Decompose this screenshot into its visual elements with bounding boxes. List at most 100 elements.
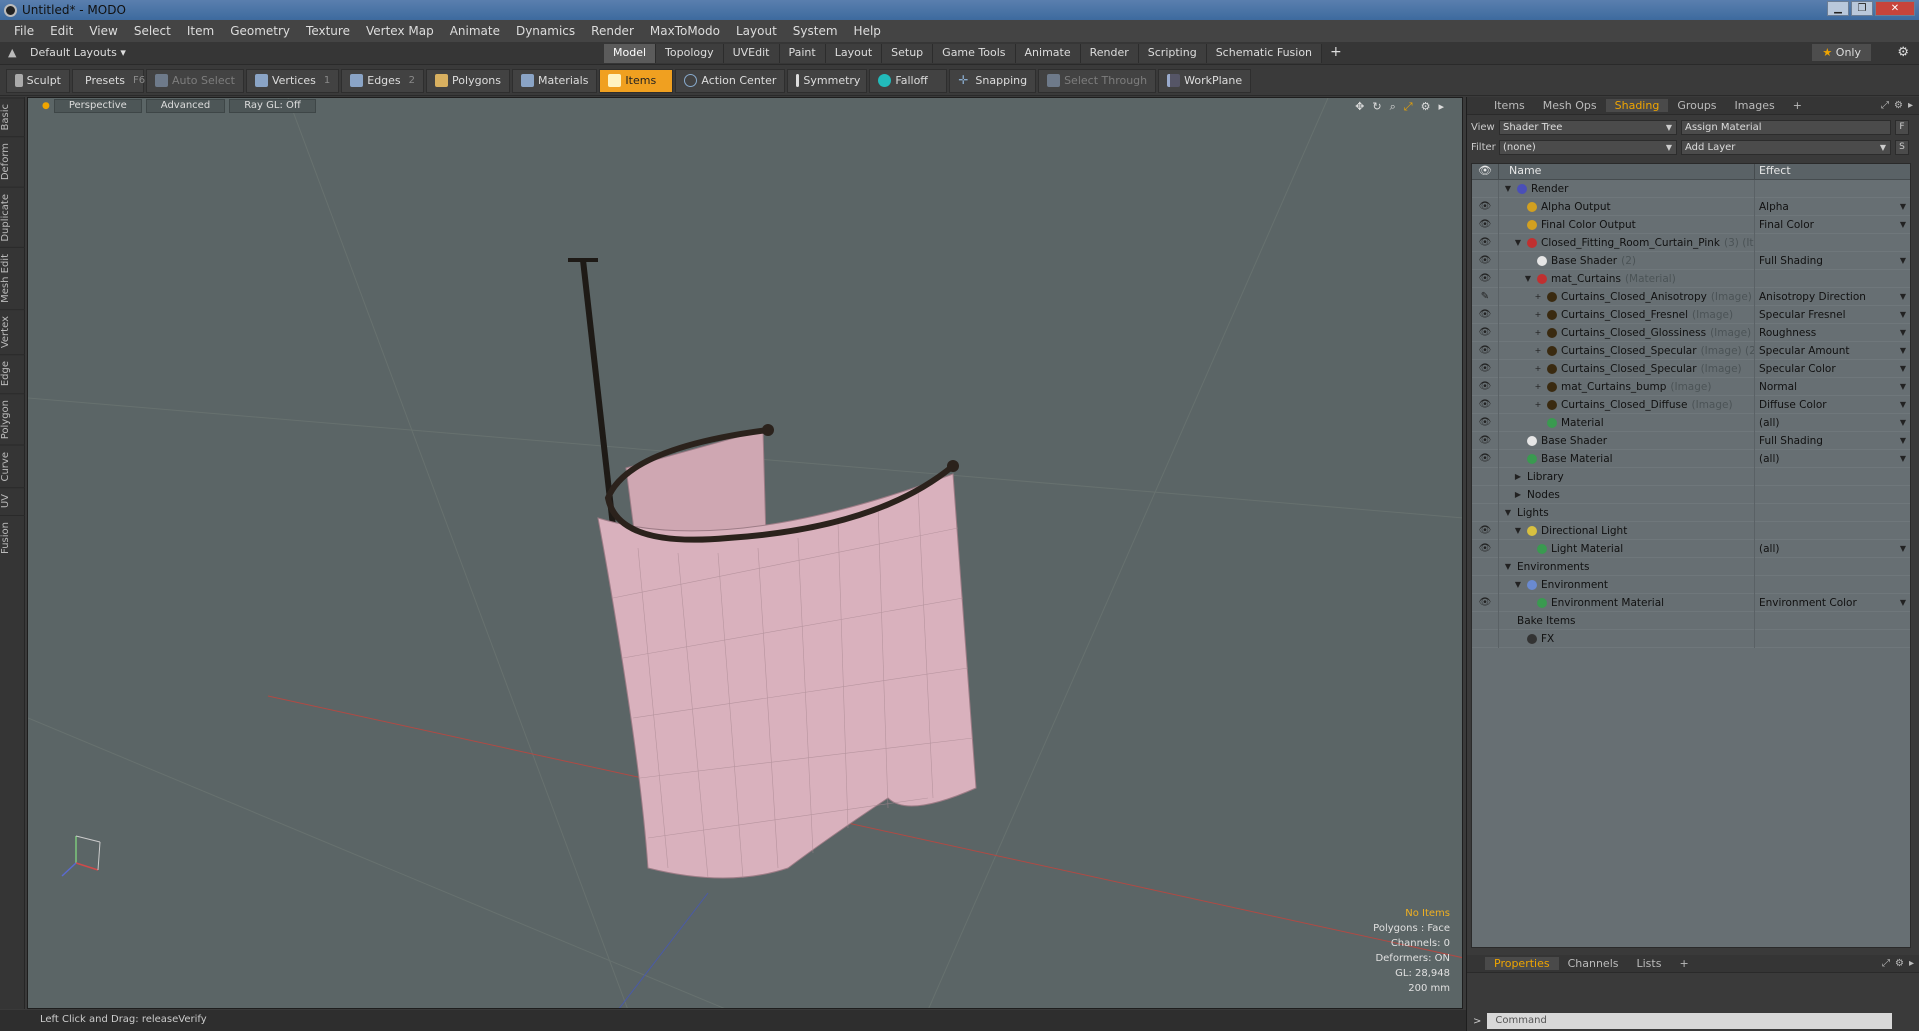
expand-toggle-icon[interactable]: ▼ bbox=[1503, 562, 1513, 571]
menu-edit[interactable]: Edit bbox=[42, 24, 81, 38]
expand-toggle-icon[interactable]: ▼ bbox=[1523, 274, 1533, 283]
effect-dropdown-arrow-icon[interactable]: ▼ bbox=[1900, 346, 1906, 355]
bottom-tab-channels[interactable]: Channels bbox=[1559, 957, 1628, 970]
layout-tab-topology[interactable]: Topology bbox=[656, 44, 724, 63]
expand-toggle-icon[interactable]: ▶ bbox=[1513, 472, 1523, 481]
visibility-eye-icon[interactable]: 👁 bbox=[1472, 345, 1498, 356]
visibility-eye-icon[interactable]: 👁 bbox=[1472, 327, 1498, 338]
effect-cell[interactable]: Diffuse Color ▼ bbox=[1754, 395, 1910, 414]
tool-tab-fusion[interactable]: Fusion bbox=[0, 514, 25, 560]
effect-cell[interactable]: Specular Fresnel ▼ bbox=[1754, 305, 1910, 324]
expand-toggle-icon[interactable]: ▶ bbox=[1513, 490, 1523, 499]
visibility-eye-icon[interactable]: 👁 bbox=[1472, 201, 1498, 212]
rotate-view-icon[interactable]: ↻ bbox=[1372, 100, 1381, 114]
shader-tree-row[interactable]: 👁 Environment Material Environment Color ▼ bbox=[1472, 593, 1910, 612]
effect-cell[interactable]: (all) ▼ bbox=[1754, 413, 1910, 432]
layout-tab-game-tools[interactable]: Game Tools bbox=[933, 44, 1016, 63]
panel-tab-shading[interactable]: Shading bbox=[1605, 99, 1669, 112]
effect-column-header[interactable]: Effect bbox=[1754, 164, 1910, 179]
menu-system[interactable]: System bbox=[785, 24, 846, 38]
shader-tree-row[interactable]: 👁 Final Color Output Final Color ▼ bbox=[1472, 215, 1910, 234]
menu-vertex-map[interactable]: Vertex Map bbox=[358, 24, 442, 38]
paint-brush-icon[interactable]: ✎ bbox=[1472, 291, 1498, 302]
visibility-eye-icon[interactable]: 👁 bbox=[1472, 435, 1498, 446]
properties-settings-icon[interactable]: ⚙ bbox=[1895, 958, 1904, 969]
shader-tree-row[interactable]: 👁 ▼ Closed_Fitting_Room_Curtain_Pink (3) (I… bbox=[1472, 233, 1910, 252]
effect-cell[interactable]: Roughness ▼ bbox=[1754, 323, 1910, 342]
visibility-eye-icon[interactable]: 👁 bbox=[1472, 309, 1498, 320]
tool-tab-mesh-edit[interactable]: Mesh Edit bbox=[0, 247, 25, 310]
shader-tree-row[interactable]: FX bbox=[1472, 629, 1910, 648]
viewport-settings-icon[interactable]: ⚙ bbox=[1421, 100, 1431, 114]
tool-tab-curve[interactable]: Curve bbox=[0, 444, 25, 488]
expand-properties-icon[interactable]: ⤢ bbox=[1882, 958, 1890, 969]
visibility-eye-icon[interactable]: 👁 bbox=[1472, 399, 1498, 410]
visibility-eye-icon[interactable]: 👁 bbox=[1472, 219, 1498, 230]
perspective-dropdown[interactable]: Perspective bbox=[53, 99, 142, 113]
menu-maxtomodo[interactable]: MaxToModo bbox=[642, 24, 728, 38]
effect-cell[interactable]: Full Shading ▼ bbox=[1754, 251, 1910, 270]
menu-view[interactable]: View bbox=[81, 24, 125, 38]
tool-tab-edge[interactable]: Edge bbox=[0, 354, 25, 393]
visibility-eye-icon[interactable]: 👁 bbox=[1472, 273, 1498, 284]
3d-viewport[interactable]: ● Perspective Advanced Ray GL: Off ✥ ↻ ⌕… bbox=[27, 97, 1463, 1009]
tool-tab-duplicate[interactable]: Duplicate bbox=[0, 186, 25, 248]
layout-tab-paint[interactable]: Paint bbox=[779, 44, 826, 63]
effect-dropdown-arrow-icon[interactable]: ▼ bbox=[1900, 310, 1906, 319]
s-button[interactable]: S bbox=[1895, 139, 1909, 155]
effect-cell[interactable]: (all) ▼ bbox=[1754, 449, 1910, 468]
shader-tree-row[interactable]: 👁 + Curtains_Closed_Specular (Image) (2) Spe… bbox=[1472, 341, 1910, 360]
shader-tree-row[interactable]: 👁 Material (all) ▼ bbox=[1472, 413, 1910, 432]
shader-tree-row[interactable]: ▼ Lights bbox=[1472, 503, 1910, 522]
advanced-dropdown[interactable]: Advanced bbox=[145, 99, 226, 113]
effect-cell[interactable]: Specular Color ▼ bbox=[1754, 359, 1910, 378]
gear-icon[interactable]: ⚙ bbox=[1897, 45, 1909, 60]
f-button[interactable]: F bbox=[1895, 119, 1909, 135]
raygl-dropdown[interactable]: Ray GL: Off bbox=[229, 99, 316, 113]
panel-tab-items[interactable]: Items bbox=[1485, 99, 1534, 112]
expand-plus-icon[interactable]: + bbox=[1533, 364, 1543, 373]
layout-tab-animate[interactable]: Animate bbox=[1015, 44, 1081, 63]
expand-plus-icon[interactable]: + bbox=[1533, 382, 1543, 391]
close-button[interactable]: ✕ bbox=[1875, 1, 1915, 16]
layout-tab-model[interactable]: Model bbox=[604, 44, 657, 63]
shader-tree-row[interactable]: ▼ Environments bbox=[1472, 557, 1910, 576]
visibility-eye-icon[interactable]: 👁 bbox=[1472, 237, 1498, 248]
shader-tree-row[interactable]: ▶ Nodes bbox=[1472, 485, 1910, 504]
expand-plus-icon[interactable]: + bbox=[1533, 346, 1543, 355]
shader-tree-row[interactable]: 👁 Base Shader Full Shading ▼ bbox=[1472, 431, 1910, 450]
only-toggle[interactable]: ★ Only bbox=[1812, 44, 1871, 61]
visibility-eye-icon[interactable]: 👁 bbox=[1472, 543, 1498, 554]
effect-cell[interactable]: Environment Color ▼ bbox=[1754, 593, 1910, 612]
workplane-button[interactable]: WorkPlane bbox=[1158, 68, 1252, 93]
minimize-button[interactable]: ▁ bbox=[1827, 1, 1849, 16]
visibility-eye-icon[interactable]: 👁 bbox=[1472, 255, 1498, 266]
visibility-eye-icon[interactable]: 👁 bbox=[1472, 597, 1498, 608]
visibility-eye-icon[interactable]: 👁 bbox=[1472, 381, 1498, 392]
effect-cell[interactable]: Normal ▼ bbox=[1754, 377, 1910, 396]
layout-tab-render[interactable]: Render bbox=[1080, 44, 1139, 63]
effect-dropdown-arrow-icon[interactable]: ▼ bbox=[1900, 544, 1906, 553]
items-button[interactable]: Items bbox=[599, 68, 674, 93]
zoom-view-icon[interactable]: ⌕ bbox=[1390, 100, 1396, 114]
effect-cell[interactable]: Anisotropy Direction ▼ bbox=[1754, 287, 1910, 306]
fit-view-icon[interactable]: ⤢ bbox=[1404, 100, 1413, 114]
add-layout-tab-button[interactable]: + bbox=[1322, 44, 1350, 63]
layout-tab-scripting[interactable]: Scripting bbox=[1138, 44, 1207, 63]
add-panel-tab-button[interactable]: + bbox=[1784, 99, 1811, 112]
expand-toggle-icon[interactable]: ▼ bbox=[1503, 184, 1513, 193]
panel-settings-icon[interactable]: ⚙ bbox=[1894, 100, 1903, 111]
effect-cell[interactable]: Full Shading ▼ bbox=[1754, 431, 1910, 450]
shader-tree-row[interactable]: 👁 Light Material (all) ▼ bbox=[1472, 539, 1910, 558]
effect-cell[interactable]: (all) ▼ bbox=[1754, 539, 1910, 558]
effect-dropdown-arrow-icon[interactable]: ▼ bbox=[1900, 454, 1906, 463]
add-layer-dropdown[interactable]: Add Layer ▼ bbox=[1681, 139, 1891, 155]
expand-toggle-icon[interactable]: ▼ bbox=[1503, 508, 1513, 517]
effect-cell[interactable]: Final Color ▼ bbox=[1754, 215, 1910, 234]
effect-dropdown-arrow-icon[interactable]: ▼ bbox=[1900, 328, 1906, 337]
effect-dropdown-arrow-icon[interactable]: ▼ bbox=[1900, 598, 1906, 607]
effect-dropdown-arrow-icon[interactable]: ▼ bbox=[1900, 418, 1906, 427]
select-through-button[interactable]: Select Through bbox=[1038, 68, 1157, 93]
falloff-button[interactable]: Falloff bbox=[869, 68, 948, 93]
auto-select-button[interactable]: Auto Select bbox=[146, 68, 244, 93]
